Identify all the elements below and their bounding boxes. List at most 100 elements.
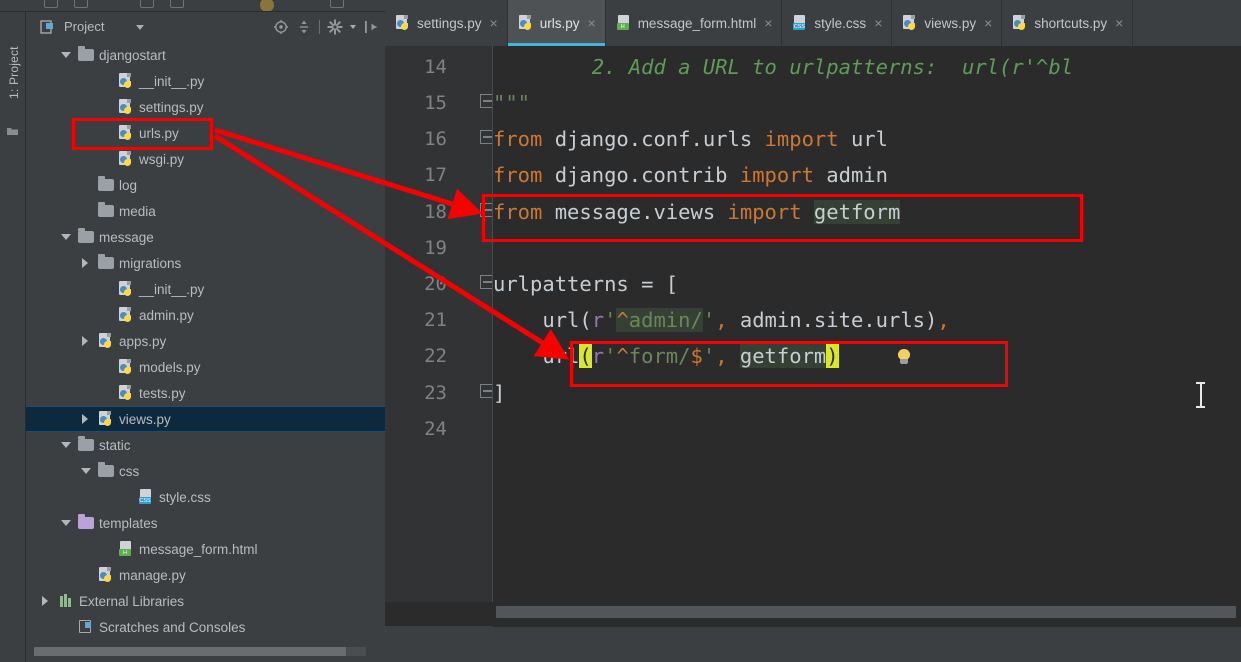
project-tree[interactable]: djangostart __init__.py settings.py urls.py…	[26, 42, 385, 646]
tree-item-migrations[interactable]: migrations	[26, 250, 385, 276]
editor-tab-urls-py[interactable]: urls.py ×	[507, 0, 606, 46]
libraries-icon	[58, 593, 74, 609]
collapse-all-icon[interactable]	[296, 19, 312, 35]
editor-area: settings.py × urls.py × Hmessage_form.html × C…	[385, 0, 1241, 662]
chevron-right-icon[interactable]	[80, 335, 92, 347]
tree-item--init-py[interactable]: __init__.py	[26, 276, 385, 302]
python-file-icon	[118, 307, 134, 323]
folder-icon	[98, 176, 114, 193]
folder-icon	[78, 228, 94, 245]
tree-item-label: message_form.html	[139, 541, 258, 557]
editor-tab-style-css[interactable]: CSS style.css ×	[782, 0, 893, 46]
tree-item-models-py[interactable]: models.py	[26, 354, 385, 380]
close-icon[interactable]: ×	[490, 16, 498, 30]
toolbar-icon-undo[interactable]	[140, 0, 154, 8]
tree-item-tests-py[interactable]: tests.py	[26, 380, 385, 406]
tree-twisty-empty	[100, 75, 112, 87]
editor-tab-settings-py[interactable]: settings.py ×	[385, 0, 508, 46]
project-tool-window: Project djangostart __init__.py settings…	[26, 12, 385, 662]
tool-window-button-project[interactable]: 1: Project	[7, 27, 21, 99]
tree-item-label: apps.py	[119, 333, 167, 349]
code-content[interactable]: 2. Add a URL to urlpatterns: url(r'^bl "…	[493, 46, 1241, 602]
toolbar-icon-save[interactable]	[74, 0, 88, 8]
tree-item-label: manage.py	[119, 567, 186, 583]
close-icon[interactable]: ×	[1115, 16, 1123, 30]
tree-item-css[interactable]: css	[26, 458, 385, 484]
chevron-down-icon[interactable]	[60, 439, 72, 451]
editor-tab-shortcuts-py[interactable]: shortcuts.py ×	[1002, 0, 1134, 46]
tree-item-settings-py[interactable]: settings.py	[26, 94, 385, 120]
tree-item-log[interactable]: log	[26, 172, 385, 198]
python-file-icon	[118, 151, 134, 167]
chevron-down-icon[interactable]	[60, 49, 72, 61]
tree-item-external-libraries[interactable]: External Libraries	[26, 588, 385, 614]
editor-tab-bar[interactable]: settings.py × urls.py × Hmessage_form.html × C…	[385, 0, 1241, 46]
tree-item-media[interactable]: media	[26, 198, 385, 224]
hide-panel-icon[interactable]	[363, 19, 379, 35]
toolbar-icon-search[interactable]	[330, 0, 344, 8]
intention-bulb-icon[interactable]	[896, 349, 912, 366]
close-icon[interactable]: ×	[588, 16, 596, 30]
tree-item-scratches-and-consoles[interactable]: Scratches and Consoles	[26, 614, 385, 640]
tree-item-label: tests.py	[139, 385, 186, 401]
toolbar-icon-open[interactable]	[44, 0, 58, 8]
chevron-down-icon[interactable]	[60, 517, 72, 529]
tree-item--init-py[interactable]: __init__.py	[26, 68, 385, 94]
tree-twisty-empty	[80, 205, 92, 217]
tree-item-urls-py[interactable]: urls.py	[26, 120, 385, 146]
settings-dropdown-caret[interactable]	[350, 25, 356, 29]
close-icon[interactable]: ×	[874, 16, 882, 30]
editor-status-strip	[385, 626, 1241, 662]
code-line-17: from django.contrib import admin	[493, 163, 888, 187]
tree-item-djangostart[interactable]: djangostart	[26, 42, 385, 68]
code-line-16: from django.conf.urls import url	[493, 127, 888, 151]
editor-gutter[interactable]: 14 15 16 17 18 19 20 21 22 23 24	[385, 46, 495, 602]
python-file-icon	[902, 15, 918, 31]
folder-icon-purple	[78, 514, 94, 531]
tree-item-label: static	[99, 437, 131, 453]
gutter-line-number: 24	[424, 418, 447, 440]
editor-tab-views-py[interactable]: views.py ×	[892, 0, 1003, 46]
project-horizontal-scrollbar[interactable]	[34, 647, 366, 656]
tree-item-apps-py[interactable]: apps.py	[26, 328, 385, 354]
chevron-right-icon[interactable]	[40, 595, 52, 607]
python-file-icon	[118, 125, 134, 141]
tree-item-label: log	[119, 177, 138, 193]
settings-gear-icon[interactable]	[327, 19, 343, 35]
project-panel-toolbar	[273, 19, 379, 35]
close-icon[interactable]: ×	[764, 16, 772, 30]
tree-item-label: media	[119, 203, 156, 219]
folder-icon	[78, 46, 94, 63]
gutter-line-number: 16	[424, 128, 447, 150]
python-file-icon	[118, 359, 134, 375]
html-file-icon: H	[616, 15, 632, 31]
chevron-right-icon[interactable]	[80, 413, 92, 425]
toolbar-icon-redo[interactable]	[170, 0, 184, 8]
editor-horizontal-scrollbar[interactable]	[496, 606, 1236, 618]
tree-item-manage-py[interactable]: manage.py	[26, 562, 385, 588]
code-line-20: urlpatterns = [	[493, 272, 679, 296]
text-ibeam-cursor	[1196, 382, 1205, 408]
tree-item-label: Scratches and Consoles	[99, 619, 246, 635]
tree-item-templates[interactable]: templates	[26, 510, 385, 536]
locate-icon[interactable]	[273, 19, 289, 35]
chevron-down-icon[interactable]	[60, 231, 72, 243]
chevron-down-icon[interactable]	[136, 25, 144, 30]
gutter-line-number: 14	[424, 56, 447, 78]
tree-item-style-css[interactable]: CSS style.css	[26, 484, 385, 510]
tree-item-message[interactable]: message	[26, 224, 385, 250]
tree-item-views-py[interactable]: views.py	[26, 406, 385, 432]
editor-tab-message-form-html[interactable]: Hmessage_form.html ×	[606, 0, 783, 46]
tree-item-message-form-html[interactable]: Hmessage_form.html	[26, 536, 385, 562]
tree-item-admin-py[interactable]: admin.py	[26, 302, 385, 328]
python-file-icon	[98, 411, 114, 427]
chevron-down-icon[interactable]	[80, 465, 92, 477]
gutter-line-number: 19	[424, 237, 447, 259]
chevron-right-icon[interactable]	[80, 257, 92, 269]
tree-item-wsgi-py[interactable]: wsgi.py	[26, 146, 385, 172]
pycharm-window: 1: Project Project djangostart __init__.…	[0, 0, 1241, 662]
tree-item-static[interactable]: static	[26, 432, 385, 458]
tree-item-label: views.py	[119, 411, 171, 427]
toolbar-icon-run[interactable]	[260, 0, 274, 11]
close-icon[interactable]: ×	[984, 16, 992, 30]
